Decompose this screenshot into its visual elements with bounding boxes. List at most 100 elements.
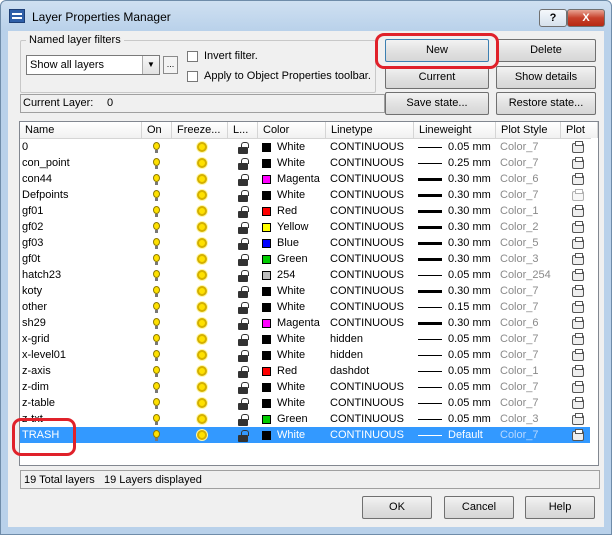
sun-icon[interactable] (197, 414, 207, 424)
printer-icon[interactable] (572, 397, 584, 409)
unlocked-padlock-icon[interactable] (238, 414, 249, 426)
sun-icon[interactable] (197, 430, 207, 440)
layer-name[interactable]: con_point (22, 155, 140, 171)
sun-icon[interactable] (197, 350, 207, 360)
layer-plot-style[interactable]: Color_7 (500, 427, 560, 443)
layer-plot-style[interactable]: Color_7 (500, 155, 560, 171)
layer-plot-style[interactable]: Color_7 (500, 187, 560, 203)
layer-linetype[interactable]: CONTINUOUS (330, 235, 412, 251)
layer-linetype[interactable]: CONTINUOUS (330, 395, 412, 411)
layer-plot-style[interactable]: Color_1 (500, 203, 560, 219)
color-swatch[interactable] (262, 191, 271, 200)
ok-button[interactable]: OK (362, 496, 432, 519)
layer-color[interactable]: Magenta (277, 315, 325, 331)
color-swatch[interactable] (262, 271, 271, 280)
table-row[interactable]: gf02 Yellow CONTINUOUS 0.30 mm Color_2 (20, 219, 590, 235)
layer-color[interactable]: Blue (277, 235, 325, 251)
table-row[interactable]: hatch23 254 CONTINUOUS 0.05 mm Color_254 (20, 267, 590, 283)
unlocked-padlock-icon[interactable] (238, 318, 249, 330)
layer-color[interactable]: White (277, 331, 325, 347)
sun-icon[interactable] (197, 366, 207, 376)
lightbulb-icon[interactable] (153, 414, 160, 425)
layer-linetype[interactable]: CONTINUOUS (330, 427, 412, 443)
layer-linetype[interactable]: CONTINUOUS (330, 155, 412, 171)
lightbulb-icon[interactable] (153, 286, 160, 297)
table-row[interactable]: koty White CONTINUOUS 0.30 mm Color_7 (20, 283, 590, 299)
printer-icon[interactable] (572, 189, 584, 201)
lightbulb-icon[interactable] (153, 334, 160, 345)
layer-plot-style[interactable]: Color_7 (500, 379, 560, 395)
unlocked-padlock-icon[interactable] (238, 334, 249, 346)
printer-icon[interactable] (572, 317, 584, 329)
layer-plot-style[interactable]: Color_7 (500, 299, 560, 315)
color-swatch[interactable] (262, 175, 271, 184)
sun-icon[interactable] (197, 254, 207, 264)
layer-linetype[interactable]: CONTINUOUS (330, 299, 412, 315)
color-swatch[interactable] (262, 319, 271, 328)
layer-lineweight[interactable]: 0.05 mm (448, 347, 495, 363)
layer-linetype[interactable]: CONTINUOUS (330, 219, 412, 235)
unlocked-padlock-icon[interactable] (238, 382, 249, 394)
unlocked-padlock-icon[interactable] (238, 270, 249, 282)
table-row[interactable]: gf0t Green CONTINUOUS 0.30 mm Color_3 (20, 251, 590, 267)
color-swatch[interactable] (262, 143, 271, 152)
color-swatch[interactable] (262, 431, 271, 440)
sun-icon[interactable] (197, 174, 207, 184)
layer-plot-style[interactable]: Color_6 (500, 171, 560, 187)
delete-layer-button[interactable]: Delete (496, 39, 596, 62)
color-swatch[interactable] (262, 287, 271, 296)
layer-lineweight[interactable]: 0.05 mm (448, 331, 495, 347)
layer-lineweight[interactable]: 0.30 mm (448, 219, 495, 235)
unlocked-padlock-icon[interactable] (238, 142, 249, 154)
cancel-button[interactable]: Cancel (444, 496, 514, 519)
apply-to-toolbar-checkbox[interactable] (187, 71, 198, 82)
layer-lineweight[interactable]: 0.30 mm (448, 187, 495, 203)
layer-color[interactable]: White (277, 299, 325, 315)
layer-plot-style[interactable]: Color_7 (500, 331, 560, 347)
unlocked-padlock-icon[interactable] (238, 158, 249, 170)
table-row-selected[interactable]: TRASH White CONTINUOUS Default Color_7 (20, 427, 590, 443)
layer-plot-style[interactable]: Color_3 (500, 411, 560, 427)
unlocked-padlock-icon[interactable] (238, 286, 249, 298)
layer-name[interactable]: z-axis (22, 363, 140, 379)
layer-color[interactable]: 254 (277, 267, 325, 283)
table-row[interactable]: x-grid White hidden 0.05 mm Color_7 (20, 331, 590, 347)
layer-linetype[interactable]: CONTINUOUS (330, 171, 412, 187)
unlocked-padlock-icon[interactable] (238, 222, 249, 234)
sun-icon[interactable] (197, 142, 207, 152)
layer-color[interactable]: Red (277, 363, 325, 379)
layer-name[interactable]: con44 (22, 171, 140, 187)
layer-linetype[interactable]: CONTINUOUS (330, 315, 412, 331)
layer-linetype[interactable]: hidden (330, 347, 412, 363)
printer-icon[interactable] (572, 173, 584, 185)
layer-plot-style[interactable]: Color_7 (500, 347, 560, 363)
color-swatch[interactable] (262, 335, 271, 344)
printer-icon[interactable] (572, 237, 584, 249)
lightbulb-icon[interactable] (153, 254, 160, 265)
layer-filter-select[interactable]: Show all layers ▼ (26, 55, 160, 75)
layer-name[interactable]: 0 (22, 139, 140, 155)
layer-color[interactable]: Green (277, 411, 325, 427)
sun-icon[interactable] (197, 222, 207, 232)
layer-plot-style[interactable]: Color_254 (500, 267, 560, 283)
layer-name[interactable]: gf03 (22, 235, 140, 251)
save-state-button[interactable]: Save state... (385, 92, 489, 115)
printer-icon[interactable] (572, 429, 584, 441)
table-row[interactable]: z-txt Green CONTINUOUS 0.05 mm Color_3 (20, 411, 590, 427)
layer-lineweight[interactable]: 0.30 mm (448, 203, 495, 219)
layer-linetype[interactable]: CONTINUOUS (330, 283, 412, 299)
column-header-lineweight[interactable]: Lineweight (414, 122, 496, 138)
sun-icon[interactable] (197, 238, 207, 248)
color-swatch[interactable] (262, 303, 271, 312)
table-row[interactable]: other White CONTINUOUS 0.15 mm Color_7 (20, 299, 590, 315)
printer-icon[interactable] (572, 157, 584, 169)
layer-lineweight[interactable]: 0.30 mm (448, 251, 495, 267)
column-header-color[interactable]: Color (258, 122, 326, 138)
lightbulb-icon[interactable] (153, 302, 160, 313)
lightbulb-icon[interactable] (153, 222, 160, 233)
layer-color[interactable]: White (277, 427, 325, 443)
lightbulb-icon[interactable] (153, 318, 160, 329)
lightbulb-icon[interactable] (153, 174, 160, 185)
color-swatch[interactable] (262, 207, 271, 216)
restore-state-button[interactable]: Restore state... (496, 92, 596, 115)
